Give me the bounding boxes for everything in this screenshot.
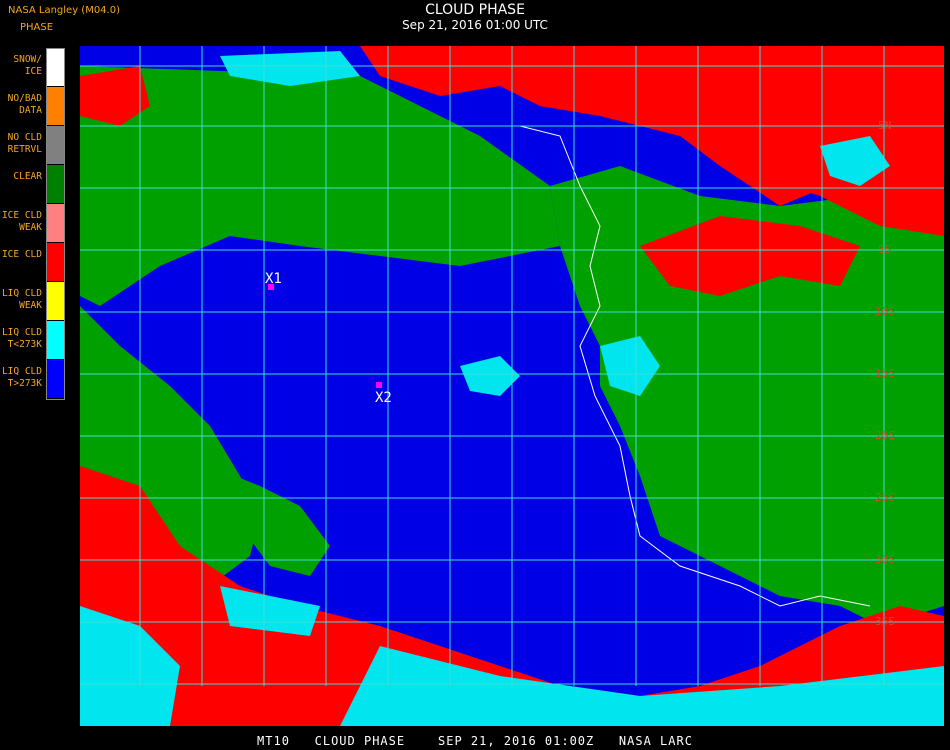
lat-label: 5S — [878, 243, 891, 256]
legend-item: ICE CLD WEAK — [0, 204, 68, 242]
legend-label: CLEAR — [13, 171, 42, 182]
org-label: NASA Langley (M04.0) — [8, 5, 120, 16]
lat-label: 20S — [875, 429, 895, 442]
legend-swatch — [47, 243, 65, 281]
lat-label: 5N — [878, 119, 891, 132]
legend-item: LIQ CLD T>273K — [0, 360, 68, 398]
legend-item: SNOW/ ICE — [0, 48, 68, 86]
lat-label: 15S — [875, 367, 895, 380]
map-title: CLOUD PHASE — [425, 2, 525, 18]
map-datetime: Sep 21, 2016 01:00 UTC — [402, 18, 548, 32]
legend-label: LIQ CLD T<273K — [1, 327, 42, 350]
lat-label: 25S — [875, 491, 895, 504]
legend-label: LIQ CLD WEAK — [1, 288, 42, 311]
marker-x2 — [376, 382, 382, 388]
legend-swatch — [47, 282, 65, 320]
legend-swatch — [47, 165, 65, 203]
legend-swatch — [47, 204, 65, 242]
legend-swatch — [47, 321, 65, 359]
legend-label: ICE CLD WEAK — [1, 210, 42, 233]
lat-label: 30S — [875, 553, 895, 566]
lat-label: 35S — [875, 615, 895, 628]
legend-swatch — [47, 126, 65, 164]
legend-label: NO CLD RETRVL — [7, 132, 42, 155]
legend-item: LIQ CLD WEAK — [0, 282, 68, 320]
legend-title: PHASE — [20, 22, 54, 33]
legend-swatch — [47, 48, 65, 86]
legend-label: LIQ CLD T>273K — [1, 366, 42, 389]
legend-item: CLEAR — [0, 165, 68, 203]
legend-swatch — [47, 360, 65, 398]
legend-item: NO/BAD DATA — [0, 87, 68, 125]
legend-item: NO CLD RETRVL — [0, 126, 68, 164]
legend-item: LIQ CLD T<273K — [0, 321, 68, 359]
legend-label: ICE CLD — [1, 249, 42, 260]
legend-swatch — [47, 87, 65, 125]
phase-legend: SNOW/ ICE NO/BAD DATA NO CLD RETRVL CLEAR IC… — [0, 48, 68, 400]
lat-label: 10S — [875, 305, 895, 318]
legend-label: NO/BAD DATA — [7, 93, 42, 116]
marker-x1-label: X1 — [265, 271, 282, 287]
footer-caption: MT10 CLOUD PHASE SEP 21, 2016 01:00Z NAS… — [257, 734, 693, 748]
marker-x2-label: X2 — [375, 390, 392, 406]
legend-label: SNOW/ ICE — [13, 54, 42, 77]
cloud-phase-map: 5N 5S 10S 15S 20S 25S 30S 35S X1 X2 — [80, 46, 944, 726]
legend-item: ICE CLD — [0, 243, 68, 281]
